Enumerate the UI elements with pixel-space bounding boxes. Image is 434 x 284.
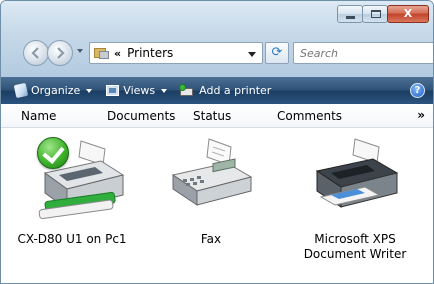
- back-button[interactable]: [23, 40, 49, 66]
- forward-button[interactable]: [47, 40, 73, 66]
- printers-folder-icon: [94, 46, 110, 60]
- column-headers: Name Documents Status Comments »: [1, 104, 433, 128]
- forward-arrow-icon: [57, 47, 65, 59]
- organize-menu[interactable]: Organize: [13, 77, 93, 104]
- address-bar[interactable]: « Printers: [89, 42, 263, 64]
- printer-label: Fax: [200, 232, 222, 246]
- organize-icon: [13, 82, 29, 99]
- search-box[interactable]: [293, 42, 433, 64]
- breadcrumb-printers[interactable]: Printers: [127, 46, 173, 60]
- explorer-window: X « Printers ⟳ Organize View: [0, 0, 434, 284]
- organize-dropdown-icon: [86, 88, 93, 93]
- column-name[interactable]: Name: [21, 109, 56, 123]
- printer-item-fax[interactable]: Fax: [161, 129, 261, 269]
- more-columns-button[interactable]: »: [417, 108, 425, 122]
- help-button[interactable]: ?: [410, 83, 425, 98]
- minimize-button[interactable]: [337, 5, 363, 23]
- fax-icon: [171, 138, 253, 206]
- column-documents[interactable]: Documents: [107, 109, 175, 123]
- printer-list: CX-D80 U1 on Pc1 Fax Microsoft XPS Docum…: [1, 129, 433, 283]
- maximize-button[interactable]: [362, 5, 388, 23]
- maximize-icon: [371, 10, 381, 18]
- close-icon: X: [403, 7, 413, 20]
- column-status[interactable]: Status: [193, 109, 231, 123]
- views-label: Views: [123, 84, 156, 97]
- breadcrumb-overflow[interactable]: «: [114, 47, 121, 60]
- help-icon: ?: [414, 85, 421, 96]
- printer-label: CX-D80 U1 on Pc1: [17, 232, 127, 246]
- printer-item-cx-d80[interactable]: CX-D80 U1 on Pc1: [7, 129, 137, 269]
- refresh-button[interactable]: ⟳: [265, 42, 289, 64]
- organize-label: Organize: [31, 84, 81, 97]
- add-printer-button[interactable]: Add a printer: [179, 77, 271, 104]
- printer-label-line2: Document Writer: [303, 247, 407, 261]
- command-bar: Organize Views Add a printer ?: [1, 77, 433, 104]
- caption-buttons: X: [337, 5, 429, 23]
- add-printer-label: Add a printer: [199, 84, 272, 97]
- search-input[interactable]: [294, 43, 433, 63]
- default-printer-check-icon: [37, 137, 69, 169]
- close-button[interactable]: X: [387, 5, 429, 23]
- column-comments[interactable]: Comments: [277, 109, 342, 123]
- views-menu[interactable]: Views: [106, 77, 168, 104]
- printer-item-microsoft-xps[interactable]: Microsoft XPS Document Writer: [291, 129, 419, 279]
- printer-icon: [315, 138, 399, 208]
- address-dropdown-icon[interactable]: [248, 52, 256, 57]
- refresh-icon: ⟳: [271, 45, 283, 60]
- views-dropdown-icon: [161, 88, 168, 93]
- title-area: X « Printers ⟳: [1, 1, 433, 77]
- add-printer-icon: [179, 83, 195, 98]
- views-icon: [106, 85, 120, 96]
- printer-label-line1: Microsoft XPS: [314, 232, 396, 246]
- recent-pages-dropdown[interactable]: [77, 49, 83, 53]
- minimize-icon: [346, 16, 355, 19]
- back-arrow-icon: [31, 47, 39, 59]
